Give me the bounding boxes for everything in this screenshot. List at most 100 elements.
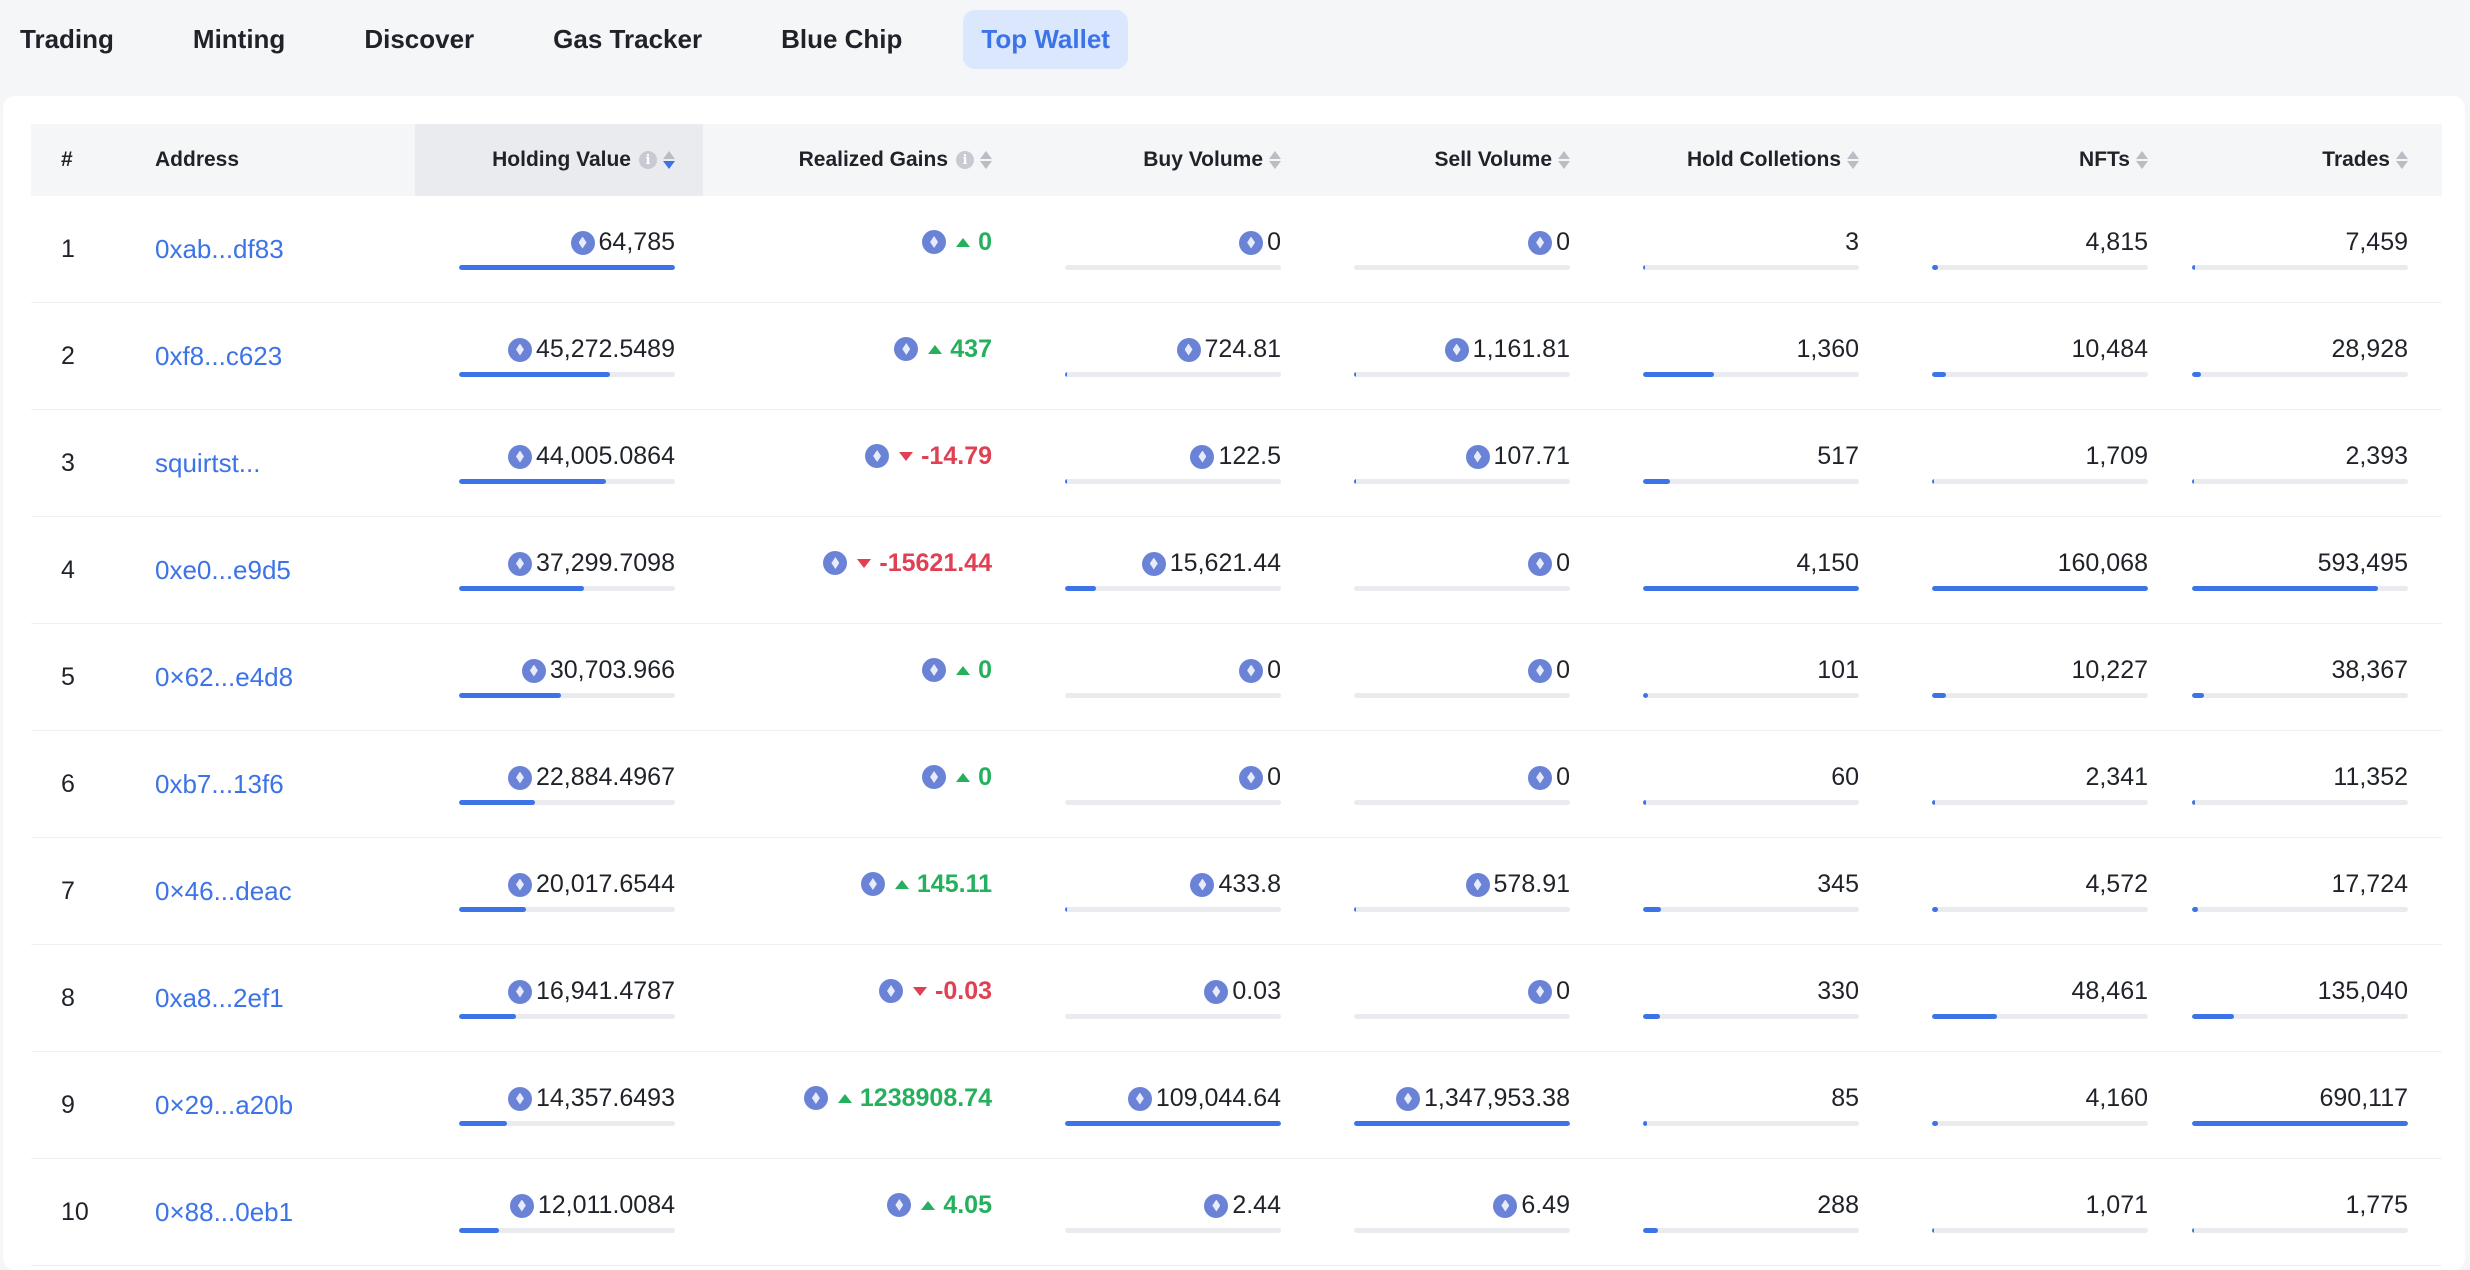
header-holding-value[interactable]: Holding Value i — [415, 124, 703, 196]
sort-icon[interactable] — [663, 151, 675, 169]
cell-realized-gains: -15621.44 — [703, 517, 992, 623]
wallet-address-link[interactable]: 0xe0...e9d5 — [155, 555, 291, 586]
buy-volume-value: 0 — [1267, 228, 1281, 256]
hold-collections-value-wrap: 60 — [1831, 763, 1859, 792]
tab-gas-tracker[interactable]: Gas Tracker — [535, 10, 720, 69]
wallet-address-link[interactable]: 0×46...deac — [155, 876, 292, 907]
info-icon[interactable]: i — [639, 151, 657, 169]
cell-holding-value: 20,017.6544 — [415, 838, 703, 944]
cell-realized-gains: 1238908.74 — [703, 1052, 992, 1158]
holding-value-bar — [459, 265, 675, 270]
hold-collections-bar — [1643, 479, 1859, 484]
eth-icon — [1204, 979, 1229, 1004]
sell-volume-metric: 578.91 — [1354, 870, 1570, 912]
wallet-address-link[interactable]: squirtst... — [155, 448, 260, 479]
sell-volume-bar — [1354, 586, 1570, 591]
hold-collections-bar — [1643, 1228, 1859, 1233]
wallet-address-link[interactable]: 0xab...df83 — [155, 234, 284, 265]
hold-collections-value: 85 — [1831, 1084, 1859, 1112]
table-row[interactable]: 2 0xf8...c623 45,272.5489 437 724.81 1,161.81… — [31, 303, 2442, 410]
cell-hold-collections: 330 — [1570, 945, 1859, 1051]
eth-icon — [507, 337, 532, 362]
top-wallet-table: # Address Holding Value i Realized Gains… — [31, 124, 2442, 1266]
wallet-address-link[interactable]: 0xa8...2ef1 — [155, 983, 284, 1014]
table-row[interactable]: 1 0xab...df83 64,785 0 0 0 3 4,815 7,459 — [31, 196, 2442, 303]
eth-icon — [1396, 1086, 1421, 1111]
holding-value-metric: 30,703.966 — [459, 656, 675, 698]
holding-value-bar-fill — [459, 907, 526, 912]
sort-icon[interactable] — [1847, 151, 1859, 169]
buy-volume-value-wrap: 109,044.64 — [1127, 1084, 1281, 1113]
header-trades[interactable]: Trades — [2148, 124, 2436, 196]
hold-collections-bar-fill — [1643, 907, 1661, 912]
hold-collections-metric: 330 — [1643, 977, 1859, 1019]
eth-icon — [507, 1086, 532, 1111]
holding-value-value-wrap: 37,299.7098 — [507, 549, 675, 578]
table-row[interactable]: 5 0×62...e4d8 30,703.966 0 0 0 101 10,227 38,367 — [31, 624, 2442, 731]
cell-trades: 2,393 — [2148, 410, 2436, 516]
tab-minting[interactable]: Minting — [175, 10, 303, 69]
hold-collections-value: 1,360 — [1796, 335, 1859, 363]
sell-volume-bar — [1354, 265, 1570, 270]
tab-top-wallet[interactable]: Top Wallet — [963, 9, 1128, 69]
nfts-bar — [1932, 1228, 2148, 1233]
hold-collections-metric: 1,360 — [1643, 335, 1859, 377]
table-row[interactable]: 4 0xe0...e9d5 37,299.7098 -15621.44 15,621.4… — [31, 517, 2442, 624]
tab-discover[interactable]: Discover — [346, 10, 492, 69]
header-buy-volume[interactable]: Buy Volume — [992, 124, 1281, 196]
sort-icon[interactable] — [1269, 151, 1281, 169]
header-realized-gains[interactable]: Realized Gains i — [703, 124, 992, 196]
nfts-value-wrap: 48,461 — [2072, 977, 2148, 1006]
top-wallet-card: # Address Holding Value i Realized Gains… — [3, 96, 2465, 1270]
sell-volume-value-wrap: 0 — [1528, 656, 1570, 685]
info-icon[interactable]: i — [956, 151, 974, 169]
holding-value-value-wrap: 30,703.966 — [521, 656, 675, 685]
trades-metric: 17,724 — [2192, 870, 2408, 912]
sell-volume-value-wrap: 6.49 — [1493, 1191, 1570, 1220]
tab-blue-chip[interactable]: Blue Chip — [763, 10, 920, 69]
buy-volume-value: 109,044.64 — [1155, 1084, 1281, 1112]
holding-value-value-wrap: 14,357.6493 — [507, 1084, 675, 1113]
holding-value-bar-fill — [459, 800, 536, 805]
sell-volume-bar — [1354, 800, 1570, 805]
eth-icon — [1465, 872, 1490, 897]
trades-metric: 135,040 — [2192, 977, 2408, 1019]
hold-collections-value-wrap: 288 — [1817, 1191, 1859, 1220]
holding-value-metric: 44,005.0864 — [459, 442, 675, 484]
sort-icon[interactable] — [2136, 151, 2148, 169]
buy-volume-bar — [1065, 265, 1281, 270]
holding-value-bar-fill — [459, 1121, 507, 1126]
sell-volume-metric: 107.71 — [1354, 442, 1570, 484]
header-hold-collections[interactable]: Hold Colletions — [1570, 124, 1859, 196]
sort-icon[interactable] — [980, 151, 992, 169]
sort-icon[interactable] — [1558, 151, 1570, 169]
eth-icon — [1239, 765, 1264, 790]
table-row[interactable]: 10 0×88...0eb1 12,011.0084 4.05 2.44 6.49 288 1… — [31, 1159, 2442, 1266]
cell-hold-collections: 3 — [1570, 196, 1859, 302]
table-row[interactable]: 7 0×46...deac 20,017.6544 145.11 433.8 578.91… — [31, 838, 2442, 945]
header-sell-volume[interactable]: Sell Volume — [1281, 124, 1570, 196]
eth-icon — [1190, 444, 1215, 469]
header-nfts[interactable]: NFTs — [1859, 124, 2148, 196]
table-row[interactable]: 8 0xa8...2ef1 16,941.4787 -0.03 0.03 0 330 48,4… — [31, 945, 2442, 1052]
wallet-address-link[interactable]: 0xf8...c623 — [155, 341, 282, 372]
sort-icon[interactable] — [2396, 151, 2408, 169]
wallet-address-link[interactable]: 0×62...e4d8 — [155, 662, 293, 693]
sell-volume-bar-fill — [1354, 479, 1356, 484]
hold-collections-metric: 85 — [1643, 1084, 1859, 1126]
wallet-address-link[interactable]: 0×29...a20b — [155, 1090, 293, 1121]
nfts-bar-fill — [1932, 693, 1946, 698]
tab-trading[interactable]: Trading — [20, 10, 132, 69]
wallet-address-link[interactable]: 0xb7...13f6 — [155, 769, 284, 800]
cell-trades: 593,495 — [2148, 517, 2436, 623]
table-row[interactable]: 9 0×29...a20b 14,357.6493 1238908.74 109,044… — [31, 1052, 2442, 1159]
table-row[interactable]: 6 0xb7...13f6 22,884.4967 0 0 0 60 2,341 11,352 — [31, 731, 2442, 838]
realized-gains-value: 0 — [978, 762, 992, 791]
nfts-value: 160,068 — [2057, 549, 2148, 577]
wallet-address-link[interactable]: 0×88...0eb1 — [155, 1197, 293, 1228]
table-row[interactable]: 3 squirtst... 44,005.0864 -14.79 122.5 107.71… — [31, 410, 2442, 517]
cell-trades: 690,117 — [2148, 1052, 2436, 1158]
sell-volume-value: 107.71 — [1493, 442, 1570, 470]
trades-metric: 690,117 — [2192, 1084, 2408, 1126]
cell-buy-volume: 433.8 — [992, 838, 1281, 944]
